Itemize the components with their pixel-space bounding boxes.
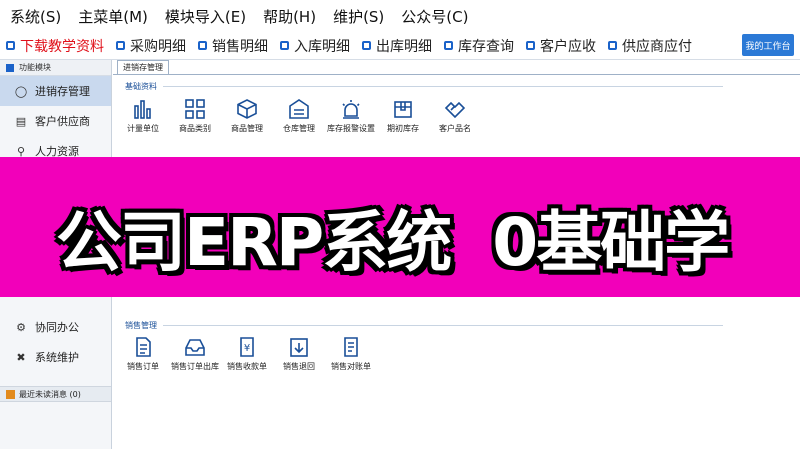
square-icon bbox=[444, 41, 453, 50]
quick-link-sales-detail[interactable]: 销售明细 bbox=[198, 36, 268, 56]
warehouse-icon bbox=[286, 96, 312, 122]
group-title-label: 基础资料 bbox=[125, 82, 157, 91]
tool-label: 商品类别 bbox=[179, 124, 211, 133]
tab-divider bbox=[113, 74, 800, 75]
tool-sales-order[interactable]: 销售订单 bbox=[117, 334, 169, 372]
sidebar-item-inventory[interactable]: ◯ 进销存管理 bbox=[0, 76, 111, 106]
unread-messages-label: 最近未读消息 (0) bbox=[19, 389, 81, 399]
sidebar-item-label: 协同办公 bbox=[35, 321, 79, 334]
tool-customer-product[interactable]: 客户品名 bbox=[429, 96, 481, 134]
handshake-icon bbox=[442, 96, 468, 122]
menu-main[interactable]: 主菜单(M) bbox=[78, 6, 148, 27]
return-box-icon bbox=[286, 334, 312, 360]
alarm-light-icon bbox=[338, 96, 364, 122]
quick-link-label: 销售明细 bbox=[212, 38, 268, 55]
sidebar-item-label: 进销存管理 bbox=[35, 85, 90, 98]
tool-label: 客户品名 bbox=[439, 124, 471, 133]
menu-system[interactable]: 系统(S) bbox=[10, 6, 61, 27]
quick-link-inbound-detail[interactable]: 入库明细 bbox=[280, 36, 350, 56]
gear-icon: ⚙ bbox=[16, 320, 26, 334]
bar-chart-icon bbox=[130, 96, 156, 122]
group-basic-data: 基础资料 bbox=[125, 81, 723, 92]
square-icon bbox=[362, 41, 371, 50]
tool-sales-statement[interactable]: 销售对账单 bbox=[325, 334, 377, 372]
group-sales: 销售管理 bbox=[125, 320, 723, 331]
tool-unit[interactable]: 计量单位 bbox=[117, 96, 169, 134]
quick-link-purchase-detail[interactable]: 采购明细 bbox=[116, 36, 186, 56]
menu-module-import[interactable]: 模块导入(E) bbox=[165, 6, 246, 27]
tool-label: 销售订单 bbox=[127, 362, 159, 371]
quick-link-receivable[interactable]: 客户应收 bbox=[526, 36, 596, 56]
quick-link-label: 出库明细 bbox=[376, 38, 432, 55]
inbox-icon bbox=[182, 334, 208, 360]
square-icon bbox=[116, 41, 125, 50]
sidebar-item-office[interactable]: ⚙ 协同办公 bbox=[0, 312, 111, 342]
menu-bar: 系统(S) 主菜单(M) 模块导入(E) 帮助(H) 维护(S) 公众号(C) bbox=[0, 0, 800, 32]
quick-link-stock-query[interactable]: 库存查询 bbox=[444, 36, 514, 56]
quick-link-label: 供应商应付 bbox=[622, 38, 692, 55]
statement-icon bbox=[338, 334, 364, 360]
sidebar-item-maintenance[interactable]: ✖ 系统维护 bbox=[0, 342, 111, 372]
sidebar-item-label: 系统维护 bbox=[35, 351, 79, 364]
tool-label: 销售收款单 bbox=[227, 362, 267, 371]
group-divider bbox=[163, 86, 723, 87]
tool-sales-return[interactable]: 销售退回 bbox=[273, 334, 325, 372]
sidebar-item-label: 客户供应商 bbox=[35, 115, 90, 128]
tool-product[interactable]: 商品管理 bbox=[221, 96, 273, 134]
menu-wechat[interactable]: 公众号(C) bbox=[401, 6, 468, 27]
promo-banner: 公司ERP系统 0基础学 bbox=[0, 157, 800, 297]
tool-label: 商品管理 bbox=[231, 124, 263, 133]
svg-text:¥: ¥ bbox=[244, 343, 250, 354]
tool-stock-alarm[interactable]: 库存报警设置 bbox=[325, 96, 377, 134]
tool-label: 库存报警设置 bbox=[327, 124, 375, 133]
sidebar-item-customers[interactable]: ▤ 客户供应商 bbox=[0, 106, 111, 136]
square-icon bbox=[608, 41, 617, 50]
tool-warehouse[interactable]: 仓库管理 bbox=[273, 96, 325, 134]
message-icon bbox=[6, 389, 15, 399]
quick-link-label: 入库明细 bbox=[294, 38, 350, 55]
square-icon bbox=[198, 41, 207, 50]
tool-label: 期初库存 bbox=[387, 124, 419, 133]
banner-title: 公司ERP系统 0基础学 bbox=[56, 204, 730, 281]
tools-icon: ✖ bbox=[16, 350, 26, 364]
tool-label: 仓库管理 bbox=[283, 124, 315, 133]
sidebar-header-label: 功能模块 bbox=[19, 63, 51, 72]
user-icon: ⚲ bbox=[16, 144, 26, 158]
quick-link-download[interactable]: 下载教学资料 bbox=[6, 36, 104, 56]
group-divider bbox=[163, 325, 723, 326]
tool-sales-order-outbound[interactable]: 销售订单出库 bbox=[169, 334, 221, 372]
cube-icon bbox=[234, 96, 260, 122]
square-icon bbox=[6, 41, 15, 50]
module-icon bbox=[6, 63, 14, 72]
document-lines-icon bbox=[130, 334, 156, 360]
group-title-label: 销售管理 bbox=[125, 321, 157, 330]
quick-link-label: 下载教学资料 bbox=[20, 38, 104, 55]
quick-link-payable[interactable]: 供应商应付 bbox=[608, 36, 692, 56]
quick-link-label: 采购明细 bbox=[130, 38, 186, 55]
menu-maintenance[interactable]: 维护(S) bbox=[333, 6, 384, 27]
tool-label: 销售退回 bbox=[283, 362, 315, 371]
quick-link-label: 客户应收 bbox=[540, 38, 596, 55]
quick-link-label: 库存查询 bbox=[458, 38, 514, 55]
square-icon bbox=[280, 41, 289, 50]
yuan-document-icon: ¥ bbox=[234, 334, 260, 360]
menu-help[interactable]: 帮助(H) bbox=[263, 6, 316, 27]
unread-messages-bar[interactable]: 最近未读消息 (0) bbox=[0, 386, 111, 402]
tool-sales-receipt[interactable]: ¥ 销售收款单 bbox=[221, 334, 273, 372]
grid-icon bbox=[182, 96, 208, 122]
tool-label: 计量单位 bbox=[127, 124, 159, 133]
tool-label: 销售订单出库 bbox=[171, 362, 219, 371]
tool-label: 销售对账单 bbox=[331, 362, 371, 371]
workbench-button[interactable]: 我的工作台 bbox=[742, 34, 794, 56]
sidebar-header: 功能模块 bbox=[0, 60, 111, 76]
box-icon bbox=[390, 96, 416, 122]
quick-link-outbound-detail[interactable]: 出库明细 bbox=[362, 36, 432, 56]
tab-inventory[interactable]: 进销存管理 bbox=[117, 60, 169, 74]
tool-category[interactable]: 商品类别 bbox=[169, 96, 221, 134]
chat-bubble-icon: ◯ bbox=[14, 84, 28, 98]
document-icon: ▤ bbox=[15, 114, 27, 128]
quick-link-bar: 下载教学资料 采购明细 销售明细 入库明细 出库明细 库存查询 客户应收 供应商… bbox=[0, 32, 800, 60]
square-icon bbox=[526, 41, 535, 50]
tool-initial-stock[interactable]: 期初库存 bbox=[377, 96, 429, 134]
